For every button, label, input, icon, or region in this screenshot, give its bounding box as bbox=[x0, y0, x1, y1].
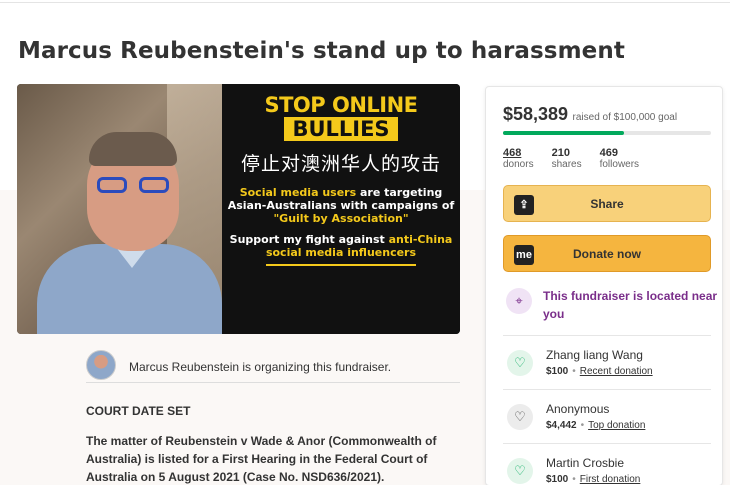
top-donation-link[interactable]: Top donation bbox=[588, 420, 645, 431]
banner-headline: STOP ONLINE bbox=[264, 93, 418, 117]
organizer-row: Marcus Reubenstein is organizing this fu… bbox=[86, 350, 460, 383]
goal-text: raised of $100,000 goal bbox=[572, 112, 678, 123]
hero-image[interactable]: STOP ONLINE BULLIES 停止对澳洲华人的攻击 Social me… bbox=[17, 84, 460, 334]
stat-followers: 469 followers bbox=[599, 147, 640, 170]
donor-name: Martin Crosbie bbox=[546, 456, 625, 470]
donor-icon: ♡ bbox=[507, 458, 533, 484]
share-button[interactable]: ⇪ Share bbox=[503, 185, 711, 222]
first-donation-link[interactable]: First donation bbox=[580, 474, 641, 485]
progress-bar bbox=[503, 131, 711, 135]
donation-item: ♡ Zhang liang Wang $100 • Recent donation bbox=[503, 335, 711, 389]
organizer-photo bbox=[17, 84, 222, 334]
banner-underline bbox=[266, 264, 416, 266]
organizer-text: Marcus Reubenstein is organizing this fu… bbox=[129, 360, 392, 374]
story-heading: COURT DATE SET bbox=[86, 404, 191, 418]
avatar[interactable] bbox=[86, 350, 116, 380]
progress-fill bbox=[503, 131, 624, 135]
banner-chinese-text: 停止对澳洲华人的攻击 bbox=[240, 153, 441, 175]
donor-name: Zhang liang Wang bbox=[546, 348, 643, 362]
stat-donors[interactable]: 468 donors bbox=[503, 147, 534, 171]
raised-summary: $58,389 raised of $100,000 goal bbox=[503, 104, 677, 125]
top-divider bbox=[0, 0, 730, 3]
stat-shares: 210 shares bbox=[551, 147, 582, 170]
location-notice: ⌖ This fundraiser is located near you bbox=[503, 283, 717, 327]
story-body: The matter of Reubenstein v Wade & Anor … bbox=[86, 434, 437, 484]
donation-item: ♡ Martin Crosbie $100 • First donation bbox=[503, 443, 711, 485]
donor-icon: ♡ bbox=[507, 350, 533, 376]
donation-item: ♡ Anonymous $4,442 • Top donation bbox=[503, 389, 711, 443]
page-title: Marcus Reubenstein's stand up to harassm… bbox=[18, 38, 625, 64]
location-text: This fundraiser is located near you bbox=[543, 289, 718, 321]
share-icon: ⇪ bbox=[514, 195, 534, 215]
donor-name: Anonymous bbox=[546, 402, 610, 416]
raised-amount: $58,389 bbox=[503, 104, 569, 124]
banner-paragraph-2: Support my fight against anti-China soci… bbox=[229, 233, 453, 259]
donate-button[interactable]: me Donate now bbox=[503, 235, 711, 272]
banner-headline-highlight: BULLIES bbox=[284, 117, 398, 141]
banner-paragraph-1: Social media users are targeting Asian-A… bbox=[227, 186, 455, 225]
donation-sidebar: $58,389 raised of $100,000 goal 468 donor… bbox=[485, 86, 723, 485]
recent-donation-link[interactable]: Recent donation bbox=[580, 366, 653, 377]
campaign-banner: STOP ONLINE BULLIES 停止对澳洲华人的攻击 Social me… bbox=[222, 84, 460, 334]
donor-icon: ♡ bbox=[507, 404, 533, 430]
stats-row: 468 donors 210 shares 469 followers bbox=[503, 147, 639, 171]
donate-icon: me bbox=[514, 245, 534, 265]
location-pin-icon: ⌖ bbox=[506, 288, 532, 314]
